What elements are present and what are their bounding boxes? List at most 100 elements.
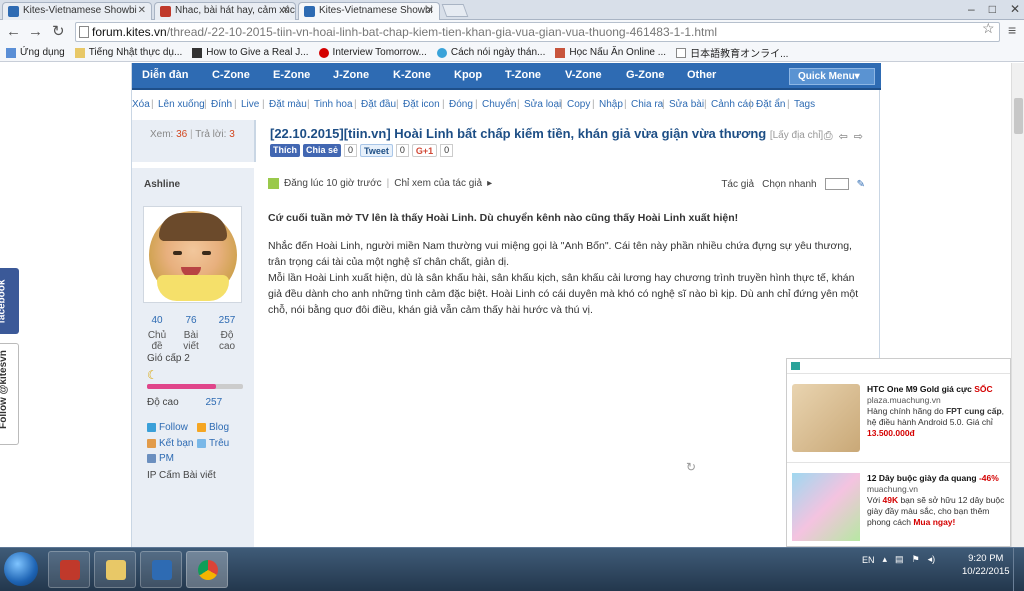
bookmark-item[interactable]: Cách nói ngày thán... <box>436 47 545 58</box>
volume-icon[interactable]: ◂) <box>928 554 936 565</box>
browser-tab[interactable]: Nhac, bài hát hay, cảm xúc ✕ <box>154 2 296 20</box>
back-arrow-icon[interactable]: ← <box>6 22 21 42</box>
close-icon[interactable]: ✕ <box>138 3 146 19</box>
add-friend-link[interactable]: Kết bạn <box>147 438 193 449</box>
buy-now-link[interactable]: Mua ngay! <box>913 517 955 527</box>
flag-icon[interactable]: ⚑ <box>912 554 920 565</box>
ad-badge-icon[interactable] <box>791 362 800 370</box>
scrollbar-thumb[interactable] <box>1014 98 1023 134</box>
browser-tab-active[interactable]: Kites-Vietnamese Showbi ✕ <box>298 2 440 20</box>
nav-e-zone[interactable]: E-Zone <box>273 69 310 81</box>
next-thread-icon[interactable]: ⇨ <box>854 130 863 143</box>
taskbar-app[interactable] <box>94 551 136 588</box>
gplus-button[interactable]: G+1 <box>411 144 438 157</box>
nav-c-zone[interactable]: C-Zone <box>212 69 250 81</box>
reload-icon[interactable]: ↻ <box>52 22 65 42</box>
quick-select-input[interactable] <box>824 178 849 190</box>
mod-tags[interactable]: Tags <box>794 99 815 110</box>
new-tab-button[interactable] <box>441 4 469 17</box>
blog-link[interactable]: Blog <box>197 422 229 433</box>
print-icon[interactable]: ⎙ <box>824 130 833 143</box>
mod-pin[interactable]: Đính <box>211 99 232 110</box>
mod-live[interactable]: Live <box>241 99 259 110</box>
nav-g-zone[interactable]: G-Zone <box>626 69 665 81</box>
maximize-button[interactable]: □ <box>989 0 996 18</box>
network-icon[interactable]: ▤ <box>895 554 904 565</box>
forward-arrow-icon[interactable]: → <box>28 22 43 42</box>
taskbar-app[interactable] <box>48 551 90 588</box>
nav-j-zone[interactable]: J-Zone <box>333 69 369 81</box>
show-desktop-button[interactable] <box>1013 548 1024 591</box>
avatar[interactable] <box>143 206 242 303</box>
scrollbar[interactable] <box>1011 63 1024 547</box>
ad-item[interactable]: HTC One M9 Gold giá cực SỐC plaza.muachu… <box>787 373 1010 459</box>
mod-transfer[interactable]: Chuyển <box>482 99 516 110</box>
prev-thread-icon[interactable]: ⇦ <box>839 130 848 143</box>
menu-icon[interactable]: ≡ <box>1008 22 1016 38</box>
pen-icon[interactable]: ✎ <box>857 179 865 190</box>
ad-item[interactable]: 12 Dây buộc giày đa quang -46% muachung.… <box>787 462 1010 547</box>
mod-edit-type[interactable]: Sửa loại <box>524 99 561 110</box>
nav-k-zone[interactable]: K-Zone <box>393 69 431 81</box>
mod-highlight[interactable]: Tinh hoa <box>314 99 353 110</box>
mod-edit-post[interactable]: Sửa bài <box>669 99 704 110</box>
mod-delete[interactable]: Xóa <box>132 99 150 110</box>
mod-split[interactable]: Chia ra <box>631 99 663 110</box>
author-only-link[interactable]: Chỉ xem của tác giả <box>394 178 482 189</box>
facebook-side-tab[interactable]: facebook <box>0 268 19 334</box>
twitter-side-tab[interactable]: Follow @kitesvn <box>0 343 19 445</box>
bookmark-item[interactable]: How to Give a Real J... <box>192 47 309 58</box>
taskbar-app[interactable] <box>140 551 182 588</box>
like-button[interactable]: Thích <box>270 144 300 157</box>
quick-menu-button[interactable]: Quick Menu▾ <box>789 68 875 85</box>
mod-warn[interactable]: Cảnh cáo <box>711 99 754 110</box>
mod-top[interactable]: Đặt đầu <box>361 99 396 110</box>
get-link[interactable]: [Lấy địa chỉ] <box>770 130 823 141</box>
mod-color[interactable]: Đặt màu <box>269 99 307 110</box>
divider: | <box>442 99 445 110</box>
bookmark-apps[interactable]: Ứng dụng <box>6 47 65 58</box>
bookmark-item[interactable]: 日本語教育オンライ... <box>676 45 788 60</box>
start-button[interactable] <box>4 552 38 586</box>
bookmark-item[interactable]: Tiếng Nhật thực dụ... <box>74 47 182 58</box>
nav-kpop[interactable]: Kpop <box>454 69 482 81</box>
user-stat-value[interactable]: 76 <box>185 315 196 326</box>
nav-other[interactable]: Other <box>687 69 716 81</box>
follow-link[interactable]: Follow <box>147 422 188 433</box>
divider: | <box>204 99 207 110</box>
language-indicator[interactable]: EN <box>862 555 875 565</box>
bookmark-item[interactable]: Học Nấu Ăn Online ... <box>555 47 666 58</box>
ad-title[interactable]: 12 Dây buộc giày đa quang <box>867 473 979 483</box>
bookmark-star-icon[interactable]: ☆ <box>982 20 995 37</box>
taskbar-app-active[interactable] <box>186 551 228 588</box>
nav-v-zone[interactable]: V-Zone <box>565 69 602 81</box>
ad-title[interactable]: HTC One M9 Gold giá cực <box>867 384 974 394</box>
tray-arrow-icon[interactable]: ▴ <box>883 554 888 565</box>
mod-close[interactable]: Đóng <box>449 99 473 110</box>
user-stat-value[interactable]: 40 <box>151 315 162 326</box>
address-bar[interactable]: forum.kites.vn/thread/-22-10-2015-tiin-v… <box>75 22 1000 42</box>
close-icon[interactable]: ✕ <box>426 3 434 19</box>
user-stat-value[interactable]: 257 <box>219 315 236 326</box>
minimize-button[interactable]: – <box>968 0 975 18</box>
bookmark-item[interactable]: Interview Tomorrow... <box>318 47 427 58</box>
mod-icon[interactable]: Đặt icon <box>403 99 440 110</box>
nav-t-zone[interactable]: T-Zone <box>505 69 541 81</box>
close-icon[interactable]: ✕ <box>282 3 290 19</box>
ip-ban-link[interactable]: IP Cấm Bài viết <box>147 470 216 481</box>
close-window-button[interactable]: ✕ <box>1010 0 1020 18</box>
mod-hide[interactable]: Đặt ẩn <box>756 99 785 110</box>
browser-tab[interactable]: Kites-Vietnamese Showbi ✕ <box>2 2 152 20</box>
username[interactable]: Ashline <box>144 179 180 190</box>
mod-merge[interactable]: Nhập <box>599 99 623 110</box>
nav-forum[interactable]: Diễn đàn <box>142 69 188 81</box>
url-path: /thread/-22-10-2015-tiin-vn-hoai-linh-ba… <box>166 25 717 39</box>
system-clock[interactable]: 9:20 PM 10/22/2015 <box>962 552 1010 578</box>
pm-link[interactable]: PM <box>147 453 174 464</box>
share-button[interactable]: Chia sẻ <box>303 144 342 157</box>
mod-copy[interactable]: Copy <box>567 99 590 110</box>
mod-move[interactable]: Lên xuống <box>158 99 205 110</box>
poke-link[interactable]: Trêu <box>197 438 229 449</box>
author-link[interactable]: Tác giả <box>721 179 754 190</box>
tweet-button[interactable]: Tweet <box>360 144 393 157</box>
